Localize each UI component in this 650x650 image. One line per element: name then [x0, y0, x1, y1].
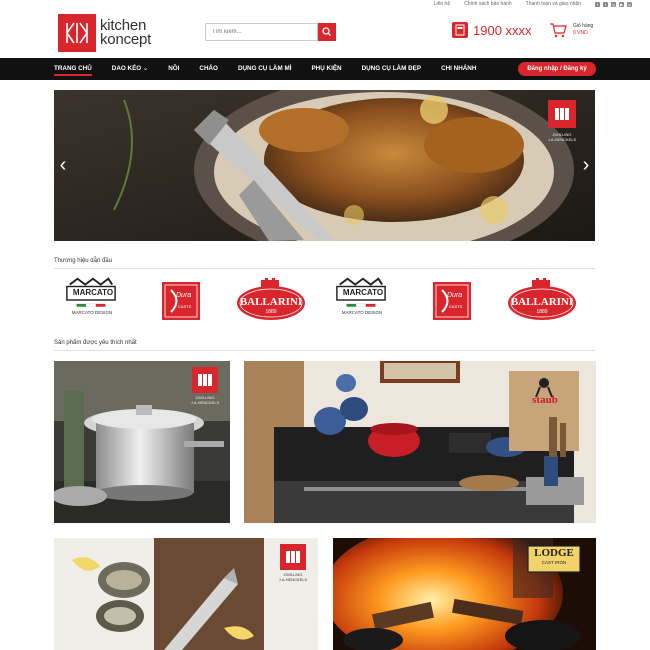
marcato-subtitle: MARCATO DESIGN [71, 310, 113, 315]
site-logo[interactable]: kitchen koncept [58, 14, 151, 52]
tile-brand-caption: ZWILLING J.A.HENCKELS [272, 572, 314, 582]
ballarini-wordmark: BALLARINI [239, 296, 303, 308]
nav-item-pans[interactable]: CHẢO [199, 58, 218, 80]
banner-image [54, 90, 595, 241]
product-image [244, 361, 596, 523]
banner-next-arrow[interactable]: › [579, 154, 593, 176]
site-header: kitchen koncept 1900 xxxx Giỏ hàn [0, 10, 650, 56]
product-tile-staub-cookware[interactable]: staub [244, 361, 596, 523]
cart-summary: Giỏ hàng 0 VND [573, 23, 593, 37]
product-tile-zwilling-pots[interactable]: ZWILLING J.A.HENCKELS [54, 361, 230, 523]
dura-logo-icon [164, 284, 198, 318]
contact-link[interactable]: Liên hệ [434, 1, 450, 7]
banner-brand-caption: ZWILLING J.A.HENCKELS [542, 132, 582, 142]
nav-item-knives-label: DAO KÉO [111, 65, 142, 72]
product-tile-lodge-cast-iron[interactable]: LODGE CAST IRON [333, 538, 596, 650]
brand-dura-2[interactable]: Dura CASTS [433, 282, 471, 320]
marcato-wordmark: MARCATO [342, 288, 384, 297]
dura-logo-icon [435, 284, 469, 318]
google-plus-icon[interactable]: g [611, 1, 616, 7]
marcato-logo-icon [336, 277, 386, 307]
lodge-subtitle: CAST IRON [541, 560, 567, 565]
banner-prev-arrow[interactable]: ‹ [56, 154, 70, 176]
login-register-button[interactable]: Đăng nhập / Đăng ký [518, 62, 596, 76]
hotline-number: 1900 xxxx [473, 22, 532, 38]
brand-ballarini-1[interactable]: BALLARINI 1889 [235, 276, 307, 326]
brand-dura-1[interactable]: Dura CASTS [162, 282, 200, 320]
search-icon [322, 27, 331, 36]
brand-marcato-2[interactable]: MARCATO MARCATO DESIGN [334, 276, 388, 326]
ballarini-year: 1889 [536, 309, 548, 315]
lodge-wordmark: LODGE [534, 547, 574, 559]
brand-marcato-1[interactable]: MARCATO MARCATO DESIGN [64, 276, 118, 326]
dura-wordmark: Dura [176, 292, 192, 299]
nav-item-pasta-tools[interactable]: DỤNG CỤ LÀM MÌ [238, 58, 292, 80]
zwilling-logo-icon [548, 100, 576, 128]
nav-item-knives[interactable]: DAO KÉO ⌄ [112, 58, 148, 80]
brands-section-title: Thương hiệu dẫn đầu [54, 258, 595, 269]
top-links: Liên hệ Chính sách bảo hành Thanh toán v… [434, 0, 632, 8]
tile-brand-caption: ZWILLING J.A.HENCKELS [184, 395, 226, 405]
banner-brand-line-2: J.A.HENCKELS [547, 137, 577, 142]
product-tile-zwilling-knives[interactable]: ZWILLING J.A.HENCKELS [54, 538, 318, 650]
search-form [205, 23, 336, 41]
zwilling-logo-icon [192, 367, 218, 393]
marcato-logo-icon [66, 277, 116, 307]
brand-row: MARCATO MARCATO DESIGN Dura CASTS BALLAR… [54, 276, 595, 328]
staub-wordmark: staub [532, 394, 558, 406]
cart[interactable]: Giỏ hàng 0 VND [549, 22, 593, 38]
nav-menu: TRANG CHỦ DAO KÉO ⌄ NỒI CHẢO DỤNG CỤ LÀM… [54, 58, 496, 80]
dura-subtitle: CASTS [449, 304, 463, 309]
youtube-icon[interactable]: ▶ [619, 1, 624, 7]
nav-item-pots[interactable]: NỒI [168, 58, 179, 80]
search-button[interactable] [318, 23, 336, 41]
twitter-icon[interactable]: t [603, 1, 608, 7]
instagram-icon[interactable]: ◎ [627, 1, 632, 7]
brand-ballarini-2[interactable]: BALLARINI 1889 [506, 276, 578, 326]
nav-item-accessories[interactable]: PHỤ KIỆN [311, 58, 341, 80]
popular-section-title: Sản phẩm được yêu thích nhất [54, 340, 595, 351]
hero-banner[interactable]: ‹ › ZWILLING J.A.HENCKELS [54, 90, 595, 241]
cart-label: Giỏ hàng [573, 23, 594, 29]
facebook-icon[interactable]: f [595, 1, 600, 7]
phone-icon [452, 22, 468, 38]
tile1-caption-line-2: J.A.HENCKELS [190, 400, 220, 405]
search-input[interactable] [205, 23, 318, 41]
zwilling-logo-icon [280, 544, 306, 570]
hotline[interactable]: 1900 xxxx [452, 22, 532, 38]
marcato-wordmark: MARCATO [72, 288, 114, 297]
nav-item-beauty-tools[interactable]: DỤNG CỤ LÀM ĐẸP [362, 58, 421, 80]
dura-wordmark: Dura [447, 292, 463, 299]
cart-icon [550, 23, 567, 38]
nav-item-home[interactable]: TRANG CHỦ [54, 58, 92, 80]
main-nav: TRANG CHỦ DAO KÉO ⌄ NỒI CHẢO DỤNG CỤ LÀM… [0, 58, 650, 80]
social-icons: f t g ▶ ◎ [595, 1, 632, 7]
logo-line-2: koncept [100, 31, 152, 48]
nav-item-branches[interactable]: CHI NHÁNH [441, 58, 476, 80]
marcato-subtitle: MARCATO DESIGN [341, 310, 383, 315]
ballarini-year: 1889 [265, 309, 277, 315]
top-utility-bar: Liên hệ Chính sách bảo hành Thanh toán v… [0, 0, 650, 8]
ballarini-wordmark: BALLARINI [510, 296, 574, 308]
payment-delivery-link[interactable]: Thanh toán và giao nhận [526, 1, 581, 7]
tile3-caption-line-2: J.A.HENCKELS [278, 577, 308, 582]
product-image [54, 538, 318, 650]
logo-wordmark: kitchen koncept [100, 18, 152, 48]
chevron-down-icon: ⌄ [142, 65, 149, 72]
dura-subtitle: CASTS [178, 304, 192, 309]
cart-total: 0 VND [573, 30, 588, 36]
kk-logo-icon [58, 14, 96, 52]
warranty-policy-link[interactable]: Chính sách bảo hành [464, 1, 512, 7]
